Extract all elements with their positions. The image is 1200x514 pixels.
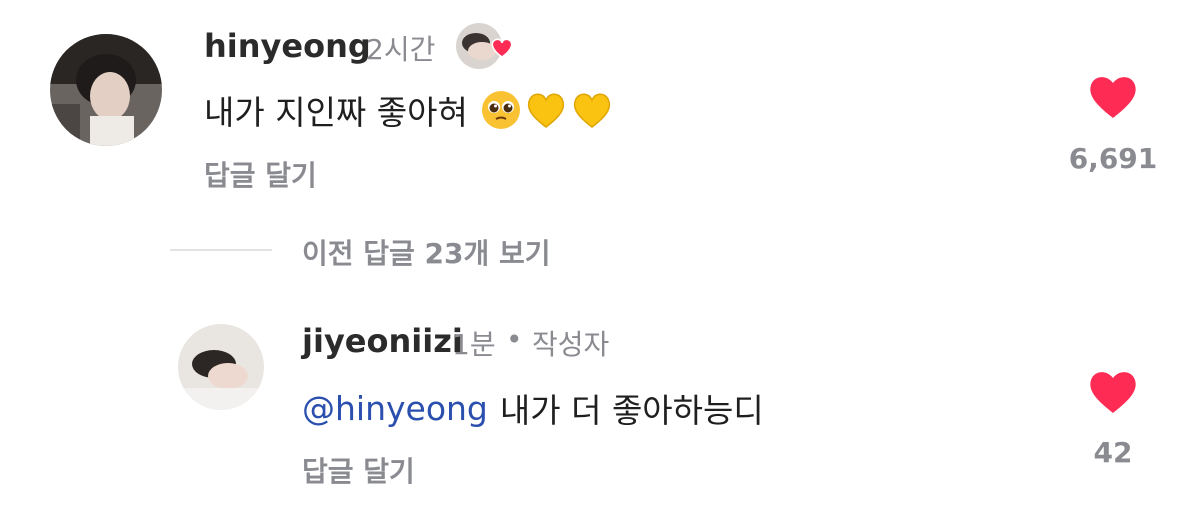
like-button[interactable] — [1087, 369, 1139, 419]
reply-button[interactable]: 답글 달기 — [204, 154, 317, 194]
comment-text: 내가 지인짜 좋아혀 — [204, 86, 614, 134]
pleading-face-emoji — [481, 91, 520, 129]
reply-button[interactable]: 답글 달기 — [302, 450, 415, 490]
comment-text-body: 내가 지인짜 좋아혀 — [204, 93, 468, 132]
like-count: 42 — [1093, 436, 1133, 469]
reply-username[interactable]: jiyeoniizi — [302, 322, 463, 360]
heart-icon — [1090, 77, 1136, 118]
heart-icon — [1090, 372, 1136, 413]
avatar-jiyeoniizi[interactable] — [178, 324, 264, 410]
comment-emojis — [480, 89, 614, 131]
avatar-hinyeong[interactable] — [50, 34, 162, 146]
reply-separator: • — [506, 323, 523, 356]
reply-text: @hinyeong 내가 더 좋아하능디 — [302, 384, 764, 432]
reply-time: 1분 — [452, 328, 496, 361]
like-button[interactable] — [1087, 74, 1139, 124]
view-previous-replies-button[interactable]: 이전 답글 23개 보기 — [302, 232, 551, 272]
creator-liked-badge — [456, 23, 513, 69]
comment-username[interactable]: hinyeong — [204, 27, 371, 65]
yellow-heart-emoji — [527, 93, 565, 128]
comment-time: 2시간 — [366, 33, 436, 66]
author-tag: 작성자 — [532, 328, 610, 361]
like-count: 6,691 — [1068, 142, 1158, 175]
reply-text-body: 내가 더 좋아하능디 — [499, 391, 764, 430]
mention-link[interactable]: @hinyeong — [302, 389, 488, 428]
yellow-heart-emoji — [573, 93, 611, 128]
replies-divider — [170, 249, 272, 251]
